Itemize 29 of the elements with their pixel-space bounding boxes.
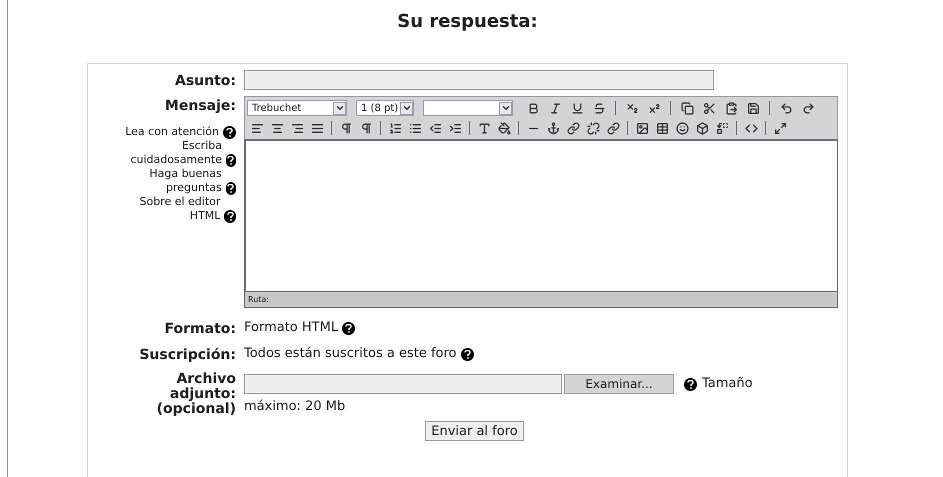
path-label: Ruta: [248,294,270,306]
help-link[interactable]: Sobre el editor HTML [118,195,220,223]
format-value: Formato HTML [244,319,338,338]
subject-field[interactable] [244,70,714,90]
field-label: Mensaje: [164,97,236,116]
field-label: Suscripción: [139,347,236,363]
help-icon[interactable] [342,322,356,334]
help-icon[interactable] [226,154,236,167]
help-icon[interactable] [460,348,474,360]
message-field[interactable] [244,139,838,291]
help-icon[interactable] [224,210,236,223]
size-note: Tamaño [702,375,753,394]
size-note: máximo: 20 Mb [244,398,346,416]
field-label: Asunto: [174,73,236,89]
field-label: Archivo adjunto: (opcional) [156,372,236,417]
field-label: Formato: [164,321,236,337]
submit-button[interactable]: Enviar al foro [425,421,524,441]
section-title: Su respuesta: [397,10,538,34]
help-link[interactable]: Haga buenas preguntas [118,167,222,195]
help-icon[interactable] [226,182,236,195]
help-link[interactable]: Lea con atención [125,125,219,139]
font-select[interactable]: Trebuchet [247,100,347,116]
help-link[interactable]: Escriba cuidadosamente [118,139,222,167]
subscription-value: Todos están suscritos a este foro [244,345,456,364]
help-icon[interactable] [223,126,236,139]
file-path-field[interactable] [244,374,562,394]
browse-button[interactable]: Examinar... [564,374,674,394]
help-icon[interactable] [684,378,697,392]
size-select[interactable]: 1 (8 pt) [356,100,414,116]
